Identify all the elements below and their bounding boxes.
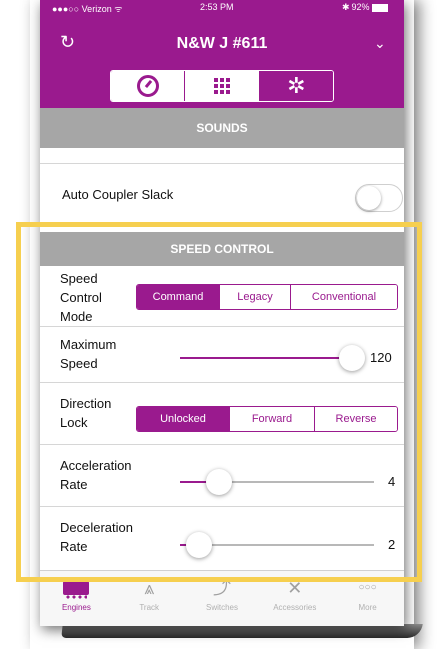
speed-mode-selector: Command Legacy Conventional: [136, 284, 398, 310]
acceleration-slider[interactable]: [180, 469, 374, 495]
max-speed-slider-fill: [180, 357, 352, 359]
carrier-text: ●●●○○ Verizon ᯤ: [52, 4, 123, 14]
tab-more-label: More: [358, 603, 377, 612]
max-speed-slider-thumb[interactable]: [339, 345, 365, 371]
tab-more[interactable]: ○○○ More: [331, 571, 404, 626]
sounds-section-header[interactable]: SOUNDS: [40, 108, 404, 148]
view-switcher: ✲: [110, 70, 334, 102]
header: ●●●○○ Verizon ᯤ 2:53 PM ✱ 92% ↻ N&W J #61…: [40, 0, 404, 108]
acceleration-slider-thumb[interactable]: [205, 469, 232, 495]
max-speed-label: Maximum Speed: [60, 337, 117, 371]
clock: 2:53 PM: [200, 2, 234, 12]
page-title: N&W J #611: [176, 35, 268, 52]
train-icon: [63, 577, 90, 599]
track-icon: ⩓: [144, 578, 155, 598]
direction-unlocked[interactable]: Unlocked: [137, 407, 230, 431]
tab-dial[interactable]: [111, 71, 186, 101]
grid-icon: [213, 78, 230, 94]
deceleration-row: Deceleration Rate 2: [40, 506, 404, 570]
deceleration-label: Deceleration Rate: [60, 520, 133, 554]
max-speed-row: Maximum Speed 120: [40, 326, 404, 383]
tab-switches[interactable]: ⤴ Switches: [186, 571, 259, 626]
battery-indicator: ✱ 92%: [342, 2, 388, 13]
bottom-tab-bar: Engines ⩓ Track ⤴ Switches ✕ Accessories…: [40, 570, 404, 626]
tab-accessories-label: Accessories: [273, 603, 317, 612]
tab-switches-label: Switches: [205, 603, 238, 612]
direction-reverse[interactable]: Reverse: [315, 407, 397, 431]
direction-lock-selector: Unlocked Forward Reverse: [136, 406, 398, 432]
auto-coupler-toggle[interactable]: [355, 184, 403, 212]
auto-coupler-label: Auto Coupler Slack: [62, 187, 174, 202]
tab-track-label: Track: [139, 603, 160, 612]
dial-icon: [136, 75, 159, 97]
speed-mode-conventional[interactable]: Conventional: [291, 285, 397, 309]
tab-engines-label: Engines: [61, 603, 91, 612]
switch-icon: ⤴: [212, 578, 231, 598]
accessory-icon: ✕: [287, 578, 303, 598]
direction-forward[interactable]: Forward: [230, 407, 315, 431]
toggle-knob: [357, 186, 381, 210]
gear-icon: ✲: [287, 73, 306, 98]
tab-track[interactable]: ⩓ Track: [113, 571, 186, 626]
acceleration-value: 4: [388, 474, 396, 489]
direction-lock-label: Direction Lock: [60, 396, 112, 430]
tab-accessories[interactable]: ✕ Accessories: [258, 571, 331, 626]
auto-coupler-row: Auto Coupler Slack: [40, 163, 404, 214]
more-icon: ○○○: [358, 582, 377, 593]
bluetooth-icon: ✱: [342, 2, 350, 12]
deceleration-slider[interactable]: [180, 532, 374, 558]
deceleration-slider-thumb[interactable]: [186, 532, 213, 558]
max-speed-value: 120: [370, 350, 392, 365]
direction-lock-row: Direction Lock Unlocked Forward Reverse: [40, 382, 404, 445]
speed-mode-command[interactable]: Command: [137, 285, 220, 309]
deceleration-value: 2: [388, 537, 396, 552]
speed-control-section-header[interactable]: SPEED CONTROL: [40, 232, 404, 266]
max-speed-slider[interactable]: [180, 345, 365, 371]
chevron-down-icon[interactable]: ⌄: [374, 35, 386, 52]
speed-mode-row: Speed Control Mode Command Legacy Conven…: [40, 266, 404, 327]
status-bar: ●●●○○ Verizon ᯤ 2:53 PM ✱ 92%: [40, 0, 404, 14]
app-screen: ●●●○○ Verizon ᯤ 2:53 PM ✱ 92% ↻ N&W J #61…: [40, 0, 404, 626]
battery-icon: [371, 3, 388, 12]
speed-mode-label: Speed Control Mode: [60, 271, 102, 324]
acceleration-row: Acceleration Rate 4: [40, 444, 404, 507]
battery-percent: 92%: [351, 2, 370, 12]
acceleration-label: Acceleration Rate: [60, 458, 132, 492]
phone-bezel: [61, 624, 423, 638]
tab-engines[interactable]: Engines: [40, 571, 113, 626]
tab-grid[interactable]: [185, 71, 260, 101]
tab-settings[interactable]: ✲: [259, 71, 333, 101]
speed-mode-legacy[interactable]: Legacy: [220, 285, 291, 309]
